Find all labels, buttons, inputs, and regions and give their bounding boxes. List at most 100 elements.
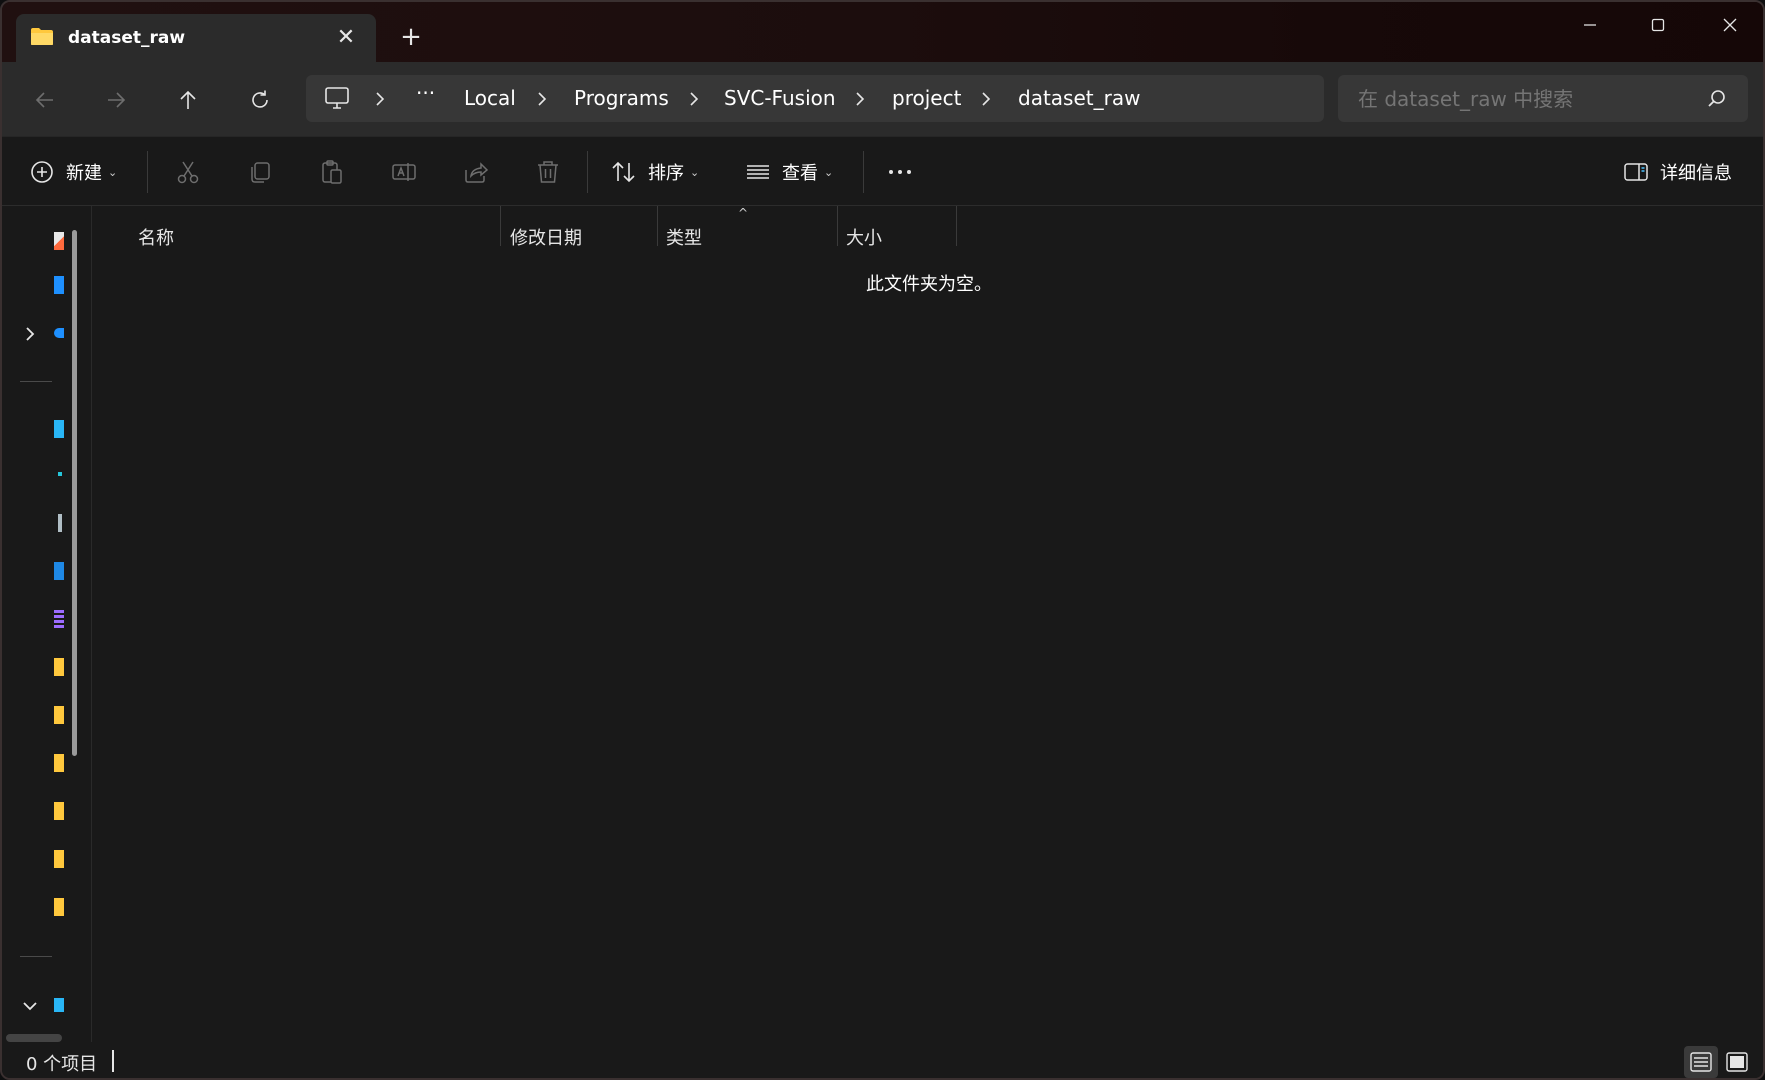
file-list[interactable]: 名称 修改日期 ^ 类型 大小 此文件夹为空。 [92,206,1763,1042]
toolbar-divider [147,151,148,193]
file-explorer-window: dataset_raw ✕ + ··· Local Programs SVC-F… [0,0,1765,1080]
rename-icon [392,163,416,181]
downloads-icon[interactable] [58,472,62,476]
chevron-right-icon[interactable] [534,89,550,109]
column-header-date[interactable]: 修改日期 [510,214,582,252]
folder-icon[interactable] [54,658,64,676]
search-box[interactable] [1338,75,1748,122]
details-pane-button[interactable]: 详细信息 [1622,154,1732,190]
share-button[interactable] [462,154,490,190]
chevron-right-icon[interactable] [978,89,994,109]
large-icons-view-button[interactable] [1720,1046,1754,1078]
pictures-icon[interactable] [54,562,64,580]
tab-close-icon[interactable]: ✕ [334,26,358,50]
arrow-up-icon[interactable] [168,80,208,120]
sort-button[interactable]: 排序 ⌄ [610,154,699,190]
gallery-icon[interactable] [54,276,64,294]
desktop-icon[interactable] [54,420,64,438]
breadcrumb-svc-fusion[interactable]: SVC-Fusion [724,86,836,110]
arrow-right-icon[interactable] [96,80,136,120]
documents-icon[interactable] [58,514,62,532]
chevron-down-icon[interactable] [20,996,40,1016]
refresh-icon[interactable] [240,80,280,120]
copy-icon [251,162,270,183]
rename-button[interactable] [390,154,418,190]
large-icons-view-icon [1726,1052,1748,1072]
home-icon[interactable] [54,232,64,250]
view-list-icon [747,165,769,179]
navigation-pane[interactable] [2,206,92,1042]
empty-folder-message: 此文件夹为空。 [866,274,992,295]
chevron-right-icon[interactable] [852,89,868,109]
sidebar-horizontal-scrollbar[interactable] [6,1034,62,1042]
folder-icon[interactable] [54,802,64,820]
chevron-right-icon[interactable] [686,89,702,109]
title-bar: dataset_raw ✕ + [2,2,1763,64]
sidebar-divider [20,956,52,957]
details-label: 详细信息 [1660,163,1732,184]
sidebar-divider [20,381,52,382]
column-header-size[interactable]: 大小 [846,214,882,252]
folder-icon[interactable] [54,754,64,772]
chevron-down-icon: ⌄ [108,165,118,179]
item-count: 0 个项目 [26,1054,98,1075]
folder-icon[interactable] [54,898,64,916]
arrow-left-icon[interactable] [25,80,65,120]
status-separator [112,1050,114,1072]
column-divider[interactable] [657,206,658,246]
new-button[interactable]: 新建 ⌄ [28,154,117,190]
tab-dataset-raw[interactable]: dataset_raw ✕ [16,14,376,64]
sort-icon [612,161,635,183]
search-icon[interactable] [1706,88,1728,110]
paste-icon [322,160,342,184]
column-header-name[interactable]: 名称 [138,214,174,252]
toolbar-divider [587,151,588,193]
minimize-icon[interactable] [1570,10,1610,40]
cut-icon [177,161,199,184]
maximize-icon[interactable] [1638,10,1678,40]
breadcrumb-dataset-raw[interactable]: dataset_raw [1018,86,1140,110]
plus-circle-icon [31,161,53,183]
cut-button[interactable] [174,154,202,190]
chevron-right-icon[interactable] [20,324,40,344]
breadcrumb-local[interactable]: Local [464,86,516,110]
navigation-bar: ··· Local Programs SVC-Fusion project da… [2,62,1763,136]
folder-icon[interactable] [54,850,64,868]
this-pc-icon[interactable] [54,998,64,1012]
more-options-button[interactable] [886,154,914,190]
folder-icon [31,28,53,45]
sort-ascending-icon: ^ [738,206,749,220]
column-header-type[interactable]: 类型 [666,214,702,252]
sidebar-scrollbar[interactable] [72,230,77,756]
breadcrumb-project[interactable]: project [892,86,961,110]
view-label: 查看 [782,163,818,184]
close-icon[interactable] [1710,10,1750,40]
share-icon [465,162,489,183]
delete-icon [538,161,558,183]
music-icon[interactable] [54,610,64,628]
column-divider[interactable] [956,206,957,246]
folder-icon[interactable] [54,706,64,724]
computer-icon[interactable] [324,86,350,110]
details-view-button[interactable] [1684,1046,1718,1078]
onedrive-icon[interactable] [54,328,64,338]
view-button[interactable]: 查看 ⌄ [744,154,833,190]
chevron-down-icon: ⌄ [824,165,834,179]
chevron-right-icon[interactable] [372,89,388,109]
copy-button[interactable] [246,154,274,190]
toolbar-divider [863,151,864,193]
paste-button[interactable] [318,154,346,190]
breadcrumb-overflow[interactable]: ··· [416,81,435,105]
sort-label: 排序 [648,163,684,184]
column-divider[interactable] [837,206,838,246]
column-divider[interactable] [500,206,501,246]
new-label: 新建 [66,163,102,184]
address-bar[interactable]: ··· Local Programs SVC-Fusion project da… [306,75,1324,122]
search-input[interactable] [1358,87,1688,111]
delete-button[interactable] [534,154,562,190]
breadcrumb-programs[interactable]: Programs [574,86,669,110]
tab-title: dataset_raw [68,28,186,48]
status-bar: 0 个项目 [2,1042,1763,1078]
details-view-icon [1690,1052,1712,1072]
new-tab-button[interactable]: + [396,22,426,52]
